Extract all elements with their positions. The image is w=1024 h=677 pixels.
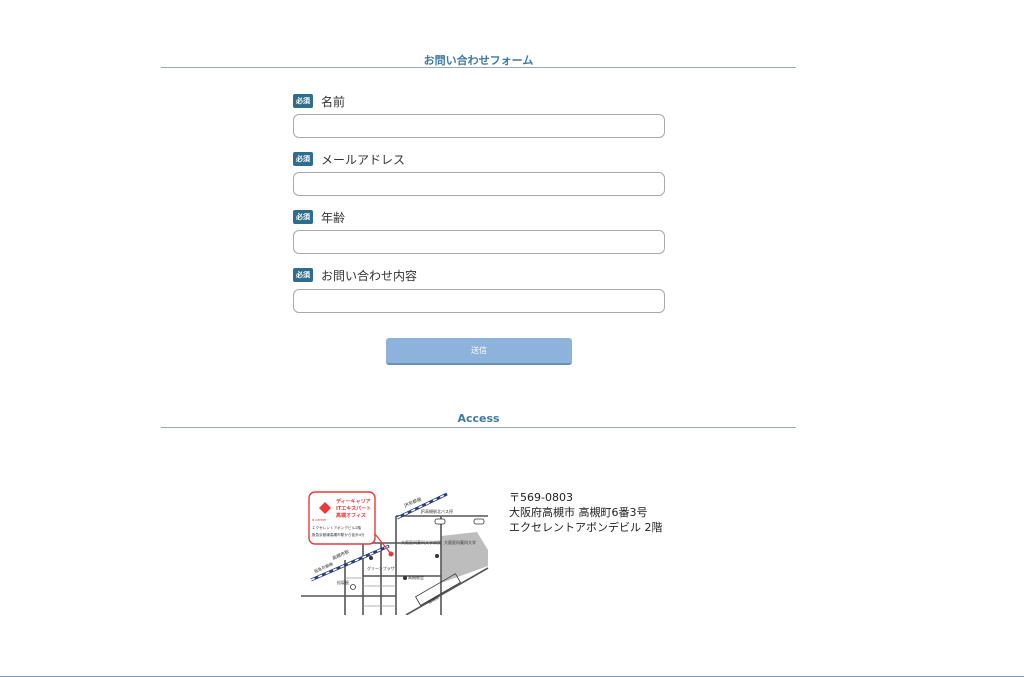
bus-stop-label: JR高槻駅北バス停: [420, 508, 453, 514]
email-input[interactable]: [293, 172, 665, 196]
office-location-icon: [388, 551, 394, 557]
church-label: 高槻教会: [408, 574, 424, 580]
matsuzakaya-marker: [350, 584, 356, 590]
name-input[interactable]: [293, 114, 665, 138]
landmark-dot: [435, 554, 439, 558]
email-label-row: 必須 メールアドレス: [293, 151, 405, 167]
email-label: メールアドレス: [321, 152, 406, 167]
submit-button[interactable]: 送信: [386, 338, 572, 365]
address-block: 〒569-0803 大阪府高槻市 高槻町6番3号 エクセレントアボンデビル 2階: [509, 490, 663, 535]
required-badge: 必須: [293, 152, 313, 166]
age-input[interactable]: [293, 230, 665, 254]
required-badge: 必須: [293, 268, 313, 282]
contact-heading: お問い合わせフォーム: [423, 54, 534, 67]
inquiry-input[interactable]: [293, 289, 665, 313]
address-line-2: エクセレントアボンデビル 2階: [509, 521, 663, 534]
callout-sub-line-1: エクセレントアボンデビル2階: [312, 525, 361, 530]
medical-univ-label: 大阪医科薬科大学病院: [401, 539, 441, 545]
school-label: 大阪医科薬科大学: [444, 539, 476, 545]
landmark-dot: [369, 556, 373, 560]
access-heading: Access: [457, 412, 500, 425]
access-divider: [161, 427, 796, 428]
callout-sub-line-2: 阪急京都線高槻市駅から徒歩4分: [312, 532, 365, 537]
contact-divider: [161, 67, 796, 68]
callout-line-3: 高槻オフィス: [336, 512, 366, 519]
address-line-1: 大阪府高槻市 高槻町6番3号: [509, 506, 648, 519]
inquiry-label-row: 必須 お問い合わせ内容: [293, 267, 417, 283]
postal-code: 〒569-0803: [509, 491, 573, 504]
access-map: ディーキャリア ITエキスパート 高槻オフィス d-career エクセレントア…: [301, 488, 494, 615]
name-label: 名前: [321, 94, 346, 109]
callout-logo-text: d-career: [312, 518, 327, 522]
inquiry-label: お問い合わせ内容: [321, 268, 418, 283]
green-plaza-label: グリーンプラザ: [367, 565, 395, 571]
required-badge: 必須: [293, 210, 313, 224]
bus-stop-marker: [473, 518, 485, 525]
required-badge: 必須: [293, 94, 313, 108]
callout-line-2: ITエキスパート: [336, 505, 371, 512]
age-label: 年齢: [321, 210, 346, 225]
landmark-dot: [403, 576, 407, 580]
age-label-row: 必須 年齢: [293, 209, 345, 225]
callout-line-1: ディーキャリア: [336, 498, 371, 505]
name-label-row: 必須 名前: [293, 93, 345, 109]
matsuzakaya-label: 松坂屋: [337, 579, 349, 585]
bus-stop-marker: [434, 518, 446, 525]
